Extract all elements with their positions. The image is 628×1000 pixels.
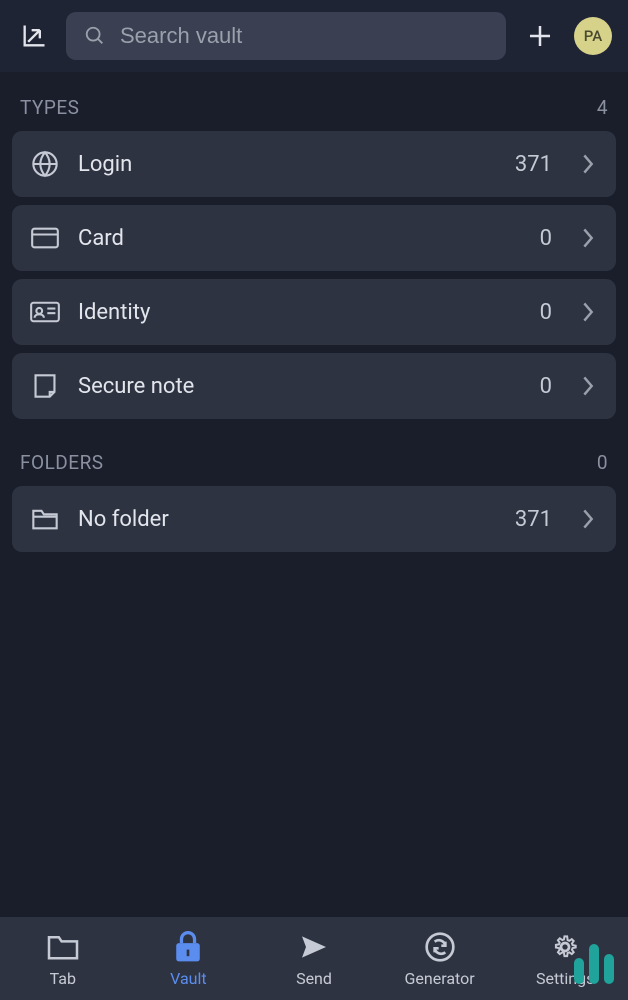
popout-icon [20,22,48,50]
globe-icon [30,150,60,178]
bottom-nav: Tab Vault Send Generator [0,916,628,1000]
section-header-folders: FOLDERS 0 [12,427,616,486]
type-item-login[interactable]: Login 371 [12,131,616,197]
search-icon [84,25,106,47]
item-count: 0 [540,226,552,251]
type-item-secure-note[interactable]: Secure note 0 [12,353,616,419]
section-count: 4 [597,96,608,119]
section-header-types: TYPES 4 [12,72,616,131]
nav-label: Tab [50,969,76,988]
nav-label: Send [296,969,332,988]
folder-item-no-folder[interactable]: No folder 371 [12,486,616,552]
item-label: Login [78,152,497,177]
search-box[interactable] [66,12,506,60]
type-item-identity[interactable]: Identity 0 [12,279,616,345]
send-icon [296,929,332,965]
header: PA [0,0,628,72]
nav-settings[interactable]: Settings [502,917,628,1000]
avatar-initials: PA [584,27,602,45]
chevron-right-icon [578,508,598,530]
section-count: 0 [597,451,608,474]
section-title: FOLDERS [20,451,104,474]
type-item-card[interactable]: Card 0 [12,205,616,271]
item-label: No folder [78,507,497,532]
item-label: Secure note [78,374,522,399]
item-label: Card [78,226,522,251]
chevron-right-icon [578,227,598,249]
nav-tab[interactable]: Tab [0,917,126,1000]
chevron-right-icon [578,375,598,397]
sync-icon [422,929,458,965]
nav-label: Generator [405,969,475,988]
note-icon [30,373,60,399]
nav-generator[interactable]: Generator [377,917,503,1000]
section-title: TYPES [20,96,79,119]
chevron-right-icon [578,301,598,323]
content: TYPES 4 Login 371 Card 0 [0,72,628,916]
chevron-right-icon [578,153,598,175]
nav-vault[interactable]: Vault [126,917,252,1000]
item-count: 0 [540,374,552,399]
item-label: Identity [78,300,522,325]
folder-icon [45,929,81,965]
popout-button[interactable] [16,18,52,54]
add-button[interactable] [520,16,560,56]
plus-icon [525,21,555,51]
lock-icon [170,929,206,965]
item-count: 371 [515,152,552,177]
search-input[interactable] [120,23,488,49]
nav-send[interactable]: Send [251,917,377,1000]
item-count: 0 [540,300,552,325]
activity-indicator-icon [574,944,614,984]
folder-icon [30,507,60,531]
item-count: 371 [515,507,552,532]
nav-label: Vault [170,969,206,988]
avatar[interactable]: PA [574,17,612,55]
card-icon [30,227,60,249]
identity-icon [30,301,60,323]
